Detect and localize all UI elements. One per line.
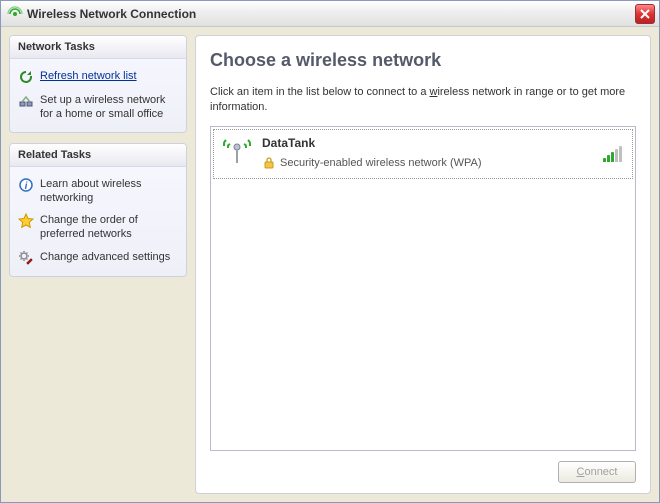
wireless-app-icon <box>7 6 23 22</box>
learn-label: Learn about wireless networking <box>40 177 178 206</box>
change-advanced-settings[interactable]: Change advanced settings <box>14 246 182 270</box>
page-title: Choose a wireless network <box>210 50 636 71</box>
advanced-label: Change advanced settings <box>40 250 170 264</box>
network-tasks-panel: Network Tasks Refresh network list Set u… <box>9 35 187 133</box>
lock-icon <box>262 156 276 170</box>
window-title: Wireless Network Connection <box>27 7 635 21</box>
connect-label-rest: onnect <box>584 466 617 478</box>
star-icon <box>18 213 34 229</box>
setup-wireless-network[interactable]: Set up a wireless network for a home or … <box>14 89 182 126</box>
advanced-settings-icon <box>18 250 34 266</box>
instructions: Click an item in the list below to conne… <box>210 85 636 116</box>
network-item[interactable]: DataTank Security-enabled wireless netwo… <box>213 129 633 179</box>
sidebar: Network Tasks Refresh network list Set u… <box>9 35 187 494</box>
info-icon: i <box>18 177 34 193</box>
signal-strength-icon <box>603 144 622 162</box>
titlebar: Wireless Network Connection <box>1 1 659 27</box>
related-tasks-panel: Related Tasks i Learn about wireless net… <box>9 143 187 277</box>
setup-label: Set up a wireless network for a home or … <box>40 93 178 122</box>
refresh-network-list[interactable]: Refresh network list <box>14 65 182 89</box>
main-panel: Choose a wireless network Click an item … <box>195 35 651 494</box>
close-button[interactable] <box>635 4 655 24</box>
learn-wireless[interactable]: i Learn about wireless networking <box>14 173 182 210</box>
content-area: Network Tasks Refresh network list Set u… <box>1 27 659 502</box>
related-tasks-header: Related Tasks <box>10 144 186 167</box>
refresh-label: Refresh network list <box>40 69 137 83</box>
network-list[interactable]: DataTank Security-enabled wireless netwo… <box>210 126 636 451</box>
network-name: DataTank <box>262 136 595 150</box>
footer: Connect <box>210 451 636 483</box>
window-frame: Wireless Network Connection Network Task… <box>0 0 660 503</box>
network-body: DataTank Security-enabled wireless netwo… <box>262 136 595 170</box>
network-security-text: Security-enabled wireless network (WPA) <box>280 157 482 169</box>
svg-text:i: i <box>25 181 28 192</box>
network-security: Security-enabled wireless network (WPA) <box>262 156 595 170</box>
change-network-order[interactable]: Change the order of preferred networks <box>14 209 182 246</box>
wireless-network-icon <box>220 136 254 170</box>
connect-button[interactable]: Connect <box>558 461 636 483</box>
refresh-icon <box>18 69 34 85</box>
network-tasks-header: Network Tasks <box>10 36 186 59</box>
order-label: Change the order of preferred networks <box>40 213 178 242</box>
instructions-pre: Click an item in the list below to conne… <box>210 86 430 98</box>
setup-network-icon <box>18 93 34 109</box>
